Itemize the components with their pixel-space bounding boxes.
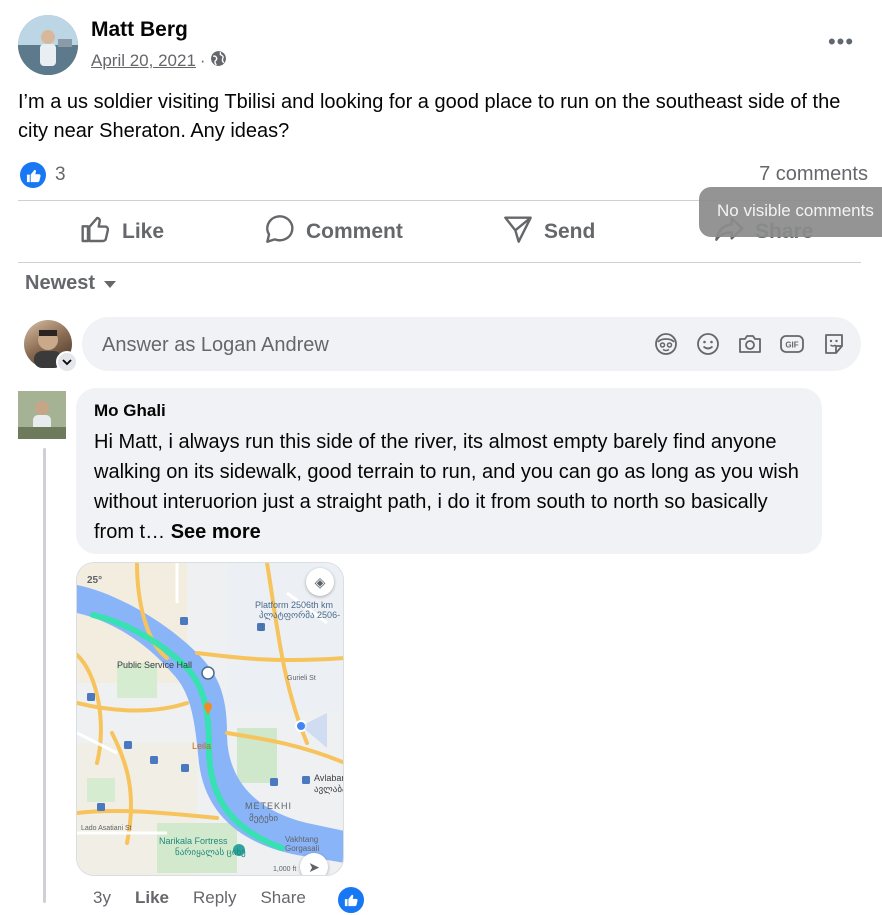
map-scale: 1,000 ft	[273, 866, 297, 873]
comment-map-image[interactable]: 25° Platform 2506th km პლატფორმა 2506-ე …	[76, 562, 344, 876]
comment-reply-button[interactable]: Reply	[193, 888, 236, 908]
comment-icon	[264, 213, 296, 251]
caret-down-icon	[103, 272, 117, 295]
reaction-count: 3	[55, 164, 66, 185]
comment-share-button[interactable]: Share	[260, 888, 305, 908]
tooltip: No visible comments	[699, 187, 882, 237]
commenter-avatar[interactable]	[18, 391, 66, 439]
see-more-link[interactable]: See more	[171, 521, 261, 543]
sticker-icon[interactable]	[820, 330, 848, 358]
divider	[18, 262, 861, 263]
comment-input[interactable]	[100, 317, 624, 373]
comment-like-button[interactable]: Like	[135, 888, 169, 908]
map-label-avlabari-geo: ავლაბარი	[314, 784, 343, 794]
profile-switch-icon[interactable]	[56, 351, 78, 373]
comment-bubble: Mo Ghali Hi Matt, i always run this side…	[76, 388, 822, 554]
map-label-avlabari: Avlabari	[314, 773, 344, 783]
comment-sort-dropdown[interactable]: Newest	[25, 272, 117, 295]
comment-author[interactable]: Mo Ghali	[94, 401, 804, 421]
camera-icon[interactable]	[736, 330, 764, 358]
meta-separator: ·	[199, 51, 206, 70]
comment-composer[interactable]: GIF	[82, 317, 861, 373]
post-options-button[interactable]: •••	[824, 28, 858, 56]
like-reaction-icon	[20, 162, 46, 188]
comment-actions: 3y Like Reply Share	[93, 888, 306, 908]
send-icon	[502, 213, 534, 251]
like-button[interactable]: Like	[80, 215, 164, 249]
reaction-summary[interactable]: 3	[20, 162, 66, 188]
post-author[interactable]: Matt Berg	[91, 18, 188, 42]
map-label-platform-geo: პლატფორმა 2506-ე	[259, 610, 341, 631]
comment-button[interactable]: Comment	[264, 215, 403, 249]
thumbs-up-icon	[80, 213, 112, 251]
comment-like-reaction-icon[interactable]	[336, 885, 366, 915]
svg-text:GIF: GIF	[785, 341, 798, 350]
comment-text: Hi Matt, i always run this side of the r…	[94, 427, 804, 547]
map-label-narikala: Narikala Fortress	[159, 836, 228, 846]
map-label-metekhi: METEKHI	[245, 801, 293, 811]
thread-line	[43, 448, 46, 903]
avatar-sticker-icon[interactable]	[652, 330, 680, 358]
send-label: Send	[544, 220, 596, 243]
send-button[interactable]: Send	[502, 215, 595, 249]
gif-icon[interactable]: GIF	[778, 330, 806, 358]
post-date[interactable]: April 20, 2021	[91, 51, 196, 71]
map-temperature: 25°	[87, 575, 103, 586]
map-label-platform: Platform 2506th km	[255, 600, 334, 610]
map-label-narikala-geo: ნარიყალას ციხე	[175, 847, 246, 857]
sort-label: Newest	[25, 272, 96, 294]
map-label-street-2: Gurieli St	[287, 675, 316, 682]
map-label-street: Lado Asatiani St	[81, 825, 132, 832]
globe-icon	[210, 50, 227, 72]
post-body: I’m a us soldier visiting Tbilisi and lo…	[18, 91, 841, 142]
map-layers-icon[interactable]: ◈	[306, 568, 334, 596]
map-label-vakhtang: Vakhtang Gorgasali	[285, 835, 320, 853]
comments-count[interactable]: 7 comments	[759, 163, 868, 186]
comment-time[interactable]: 3y	[93, 888, 111, 908]
like-label: Like	[122, 220, 165, 243]
author-avatar[interactable]	[18, 15, 78, 75]
navigation-arrow-icon[interactable]: ➤	[300, 853, 328, 875]
comment-label: Comment	[306, 220, 403, 243]
post-meta: April 20, 2021 ·	[91, 50, 227, 72]
map-label-public-service: Public Service Hall	[117, 660, 193, 670]
map-label-metekhi-geo: მეტეხი	[249, 813, 279, 823]
map-label-leila: Leila	[192, 741, 212, 751]
emoji-icon[interactable]	[694, 330, 722, 358]
